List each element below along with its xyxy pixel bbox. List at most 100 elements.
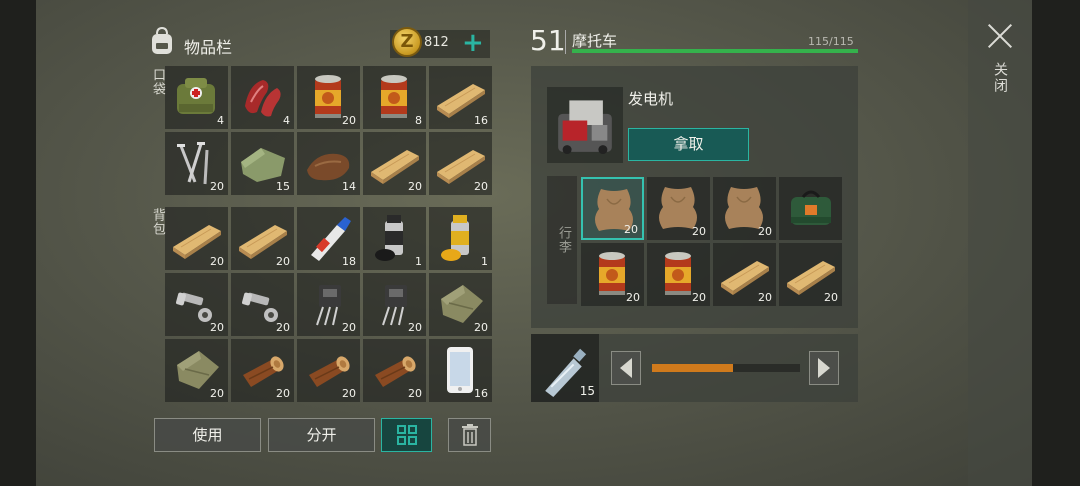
cargo-slot[interactable]: 20: [779, 243, 842, 306]
trash-button[interactable]: [448, 418, 491, 452]
left-edge: [0, 0, 36, 486]
pocket-slot[interactable]: 20: [165, 132, 228, 195]
transfer-qty: 15: [579, 384, 595, 398]
item-qty: 20: [758, 225, 772, 238]
item-qty: 20: [692, 225, 706, 238]
pocket-slot[interactable]: 20: [297, 66, 360, 129]
pocket-slot[interactable]: 20: [429, 132, 492, 195]
pocket-slot[interactable]: 4: [165, 66, 228, 129]
item-qty: 20: [210, 180, 224, 193]
cargo-label: 行李: [556, 226, 571, 254]
close-icon[interactable]: [986, 22, 1014, 50]
backpack-icon: [152, 26, 172, 54]
backpack-slot[interactable]: 16: [429, 339, 492, 402]
cargo-slot[interactable]: 20: [647, 243, 710, 306]
item-qty: 8: [415, 114, 422, 127]
backpack-grid: 20 20 18 1 1 20 20 20 20 20 20 20 20 20 16: [165, 207, 492, 402]
split-button[interactable]: 分开: [268, 418, 375, 452]
cargo-slot[interactable]: 20: [581, 177, 644, 240]
backpack-slot[interactable]: 20: [165, 273, 228, 336]
backpack-slot[interactable]: 20: [297, 273, 360, 336]
backpack-slot[interactable]: 20: [165, 207, 228, 270]
item-qty: 20: [408, 387, 422, 400]
backpack-slot[interactable]: 20: [297, 339, 360, 402]
green-bag-icon: [791, 190, 831, 225]
item-qty: 16: [474, 387, 488, 400]
item-qty: 20: [210, 255, 224, 268]
item-qty: 4: [217, 114, 224, 127]
right-edge: [1032, 0, 1080, 486]
item-qty: 20: [342, 114, 356, 127]
backpack-slot[interactable]: 20: [231, 339, 294, 402]
decrease-button[interactable]: [611, 351, 641, 385]
grid-view-button[interactable]: [381, 418, 432, 452]
backpack-slot[interactable]: 20: [363, 339, 426, 402]
item-qty: 1: [481, 255, 488, 268]
vehicle-durability: 115/115: [808, 35, 854, 48]
backpack-slot[interactable]: 1: [363, 207, 426, 270]
arrow-right-icon: [818, 358, 830, 378]
item-qty: 20: [474, 321, 488, 334]
item-qty: 20: [624, 223, 638, 236]
cargo-slot[interactable]: [779, 177, 842, 240]
item-qty: 1: [415, 255, 422, 268]
item-qty: 4: [283, 114, 290, 127]
item-qty: 14: [342, 180, 356, 193]
grid-icon: [396, 425, 417, 445]
coin-count: 812: [424, 35, 449, 50]
backpack-slot[interactable]: 20: [231, 207, 294, 270]
pockets-grid: 4 4 20 8 16 20 15 14 20 20: [165, 66, 492, 195]
item-qty: 18: [342, 255, 356, 268]
vehicle-divider: [565, 30, 566, 54]
coin-icon: Z: [392, 27, 422, 57]
durability-fill: [572, 49, 858, 53]
cargo-slot[interactable]: 20: [713, 177, 776, 240]
transfer-item-slot[interactable]: 15: [531, 334, 599, 402]
generator-name: 发电机: [628, 90, 674, 108]
cargo-slot[interactable]: 20: [713, 243, 776, 306]
item-qty: 20: [474, 180, 488, 193]
backpack-slot[interactable]: 20: [165, 339, 228, 402]
arrow-left-icon: [620, 358, 632, 378]
cargo-slot[interactable]: 20: [581, 243, 644, 306]
take-button[interactable]: 拿取: [628, 128, 749, 161]
generator-slot[interactable]: [547, 87, 623, 163]
backpack-slot[interactable]: 18: [297, 207, 360, 270]
pocket-slot[interactable]: 8: [363, 66, 426, 129]
item-qty: 20: [276, 387, 290, 400]
item-qty: 20: [210, 321, 224, 334]
item-qty: 15: [276, 180, 290, 193]
backpack-slot[interactable]: 20: [429, 273, 492, 336]
backpack-slot[interactable]: 1: [429, 207, 492, 270]
item-qty: 16: [474, 114, 488, 127]
item-qty: 20: [824, 291, 838, 304]
generator-icon: [558, 100, 612, 155]
pocket-slot[interactable]: 16: [429, 66, 492, 129]
close-label: 关闭: [992, 62, 1008, 94]
pocket-slot[interactable]: 4: [231, 66, 294, 129]
inventory-title: 物品栏: [184, 38, 233, 57]
quantity-slider-fill: [652, 364, 734, 372]
item-qty: 20: [692, 291, 706, 304]
backpack-slot[interactable]: 20: [363, 273, 426, 336]
increase-button[interactable]: [809, 351, 839, 385]
item-qty: 20: [408, 180, 422, 193]
use-button[interactable]: 使用: [154, 418, 261, 452]
cargo-grid: 20 20 20 20 20 20 20: [581, 177, 842, 306]
pocket-slot[interactable]: 14: [297, 132, 360, 195]
item-qty: 20: [626, 291, 640, 304]
item-qty: 20: [276, 321, 290, 334]
item-qty: 20: [342, 387, 356, 400]
trash-icon: [461, 424, 478, 446]
item-qty: 20: [276, 255, 290, 268]
vehicle-level: 51: [530, 24, 566, 57]
backpack-slot[interactable]: 20: [231, 273, 294, 336]
cargo-slot[interactable]: 20: [647, 177, 710, 240]
add-coins-button[interactable]: +: [462, 30, 484, 56]
item-qty: 20: [408, 321, 422, 334]
vehicle-name: 摩托车: [572, 32, 618, 50]
pocket-slot[interactable]: 15: [231, 132, 294, 195]
item-qty: 20: [210, 387, 224, 400]
item-qty: 20: [758, 291, 772, 304]
pocket-slot[interactable]: 20: [363, 132, 426, 195]
